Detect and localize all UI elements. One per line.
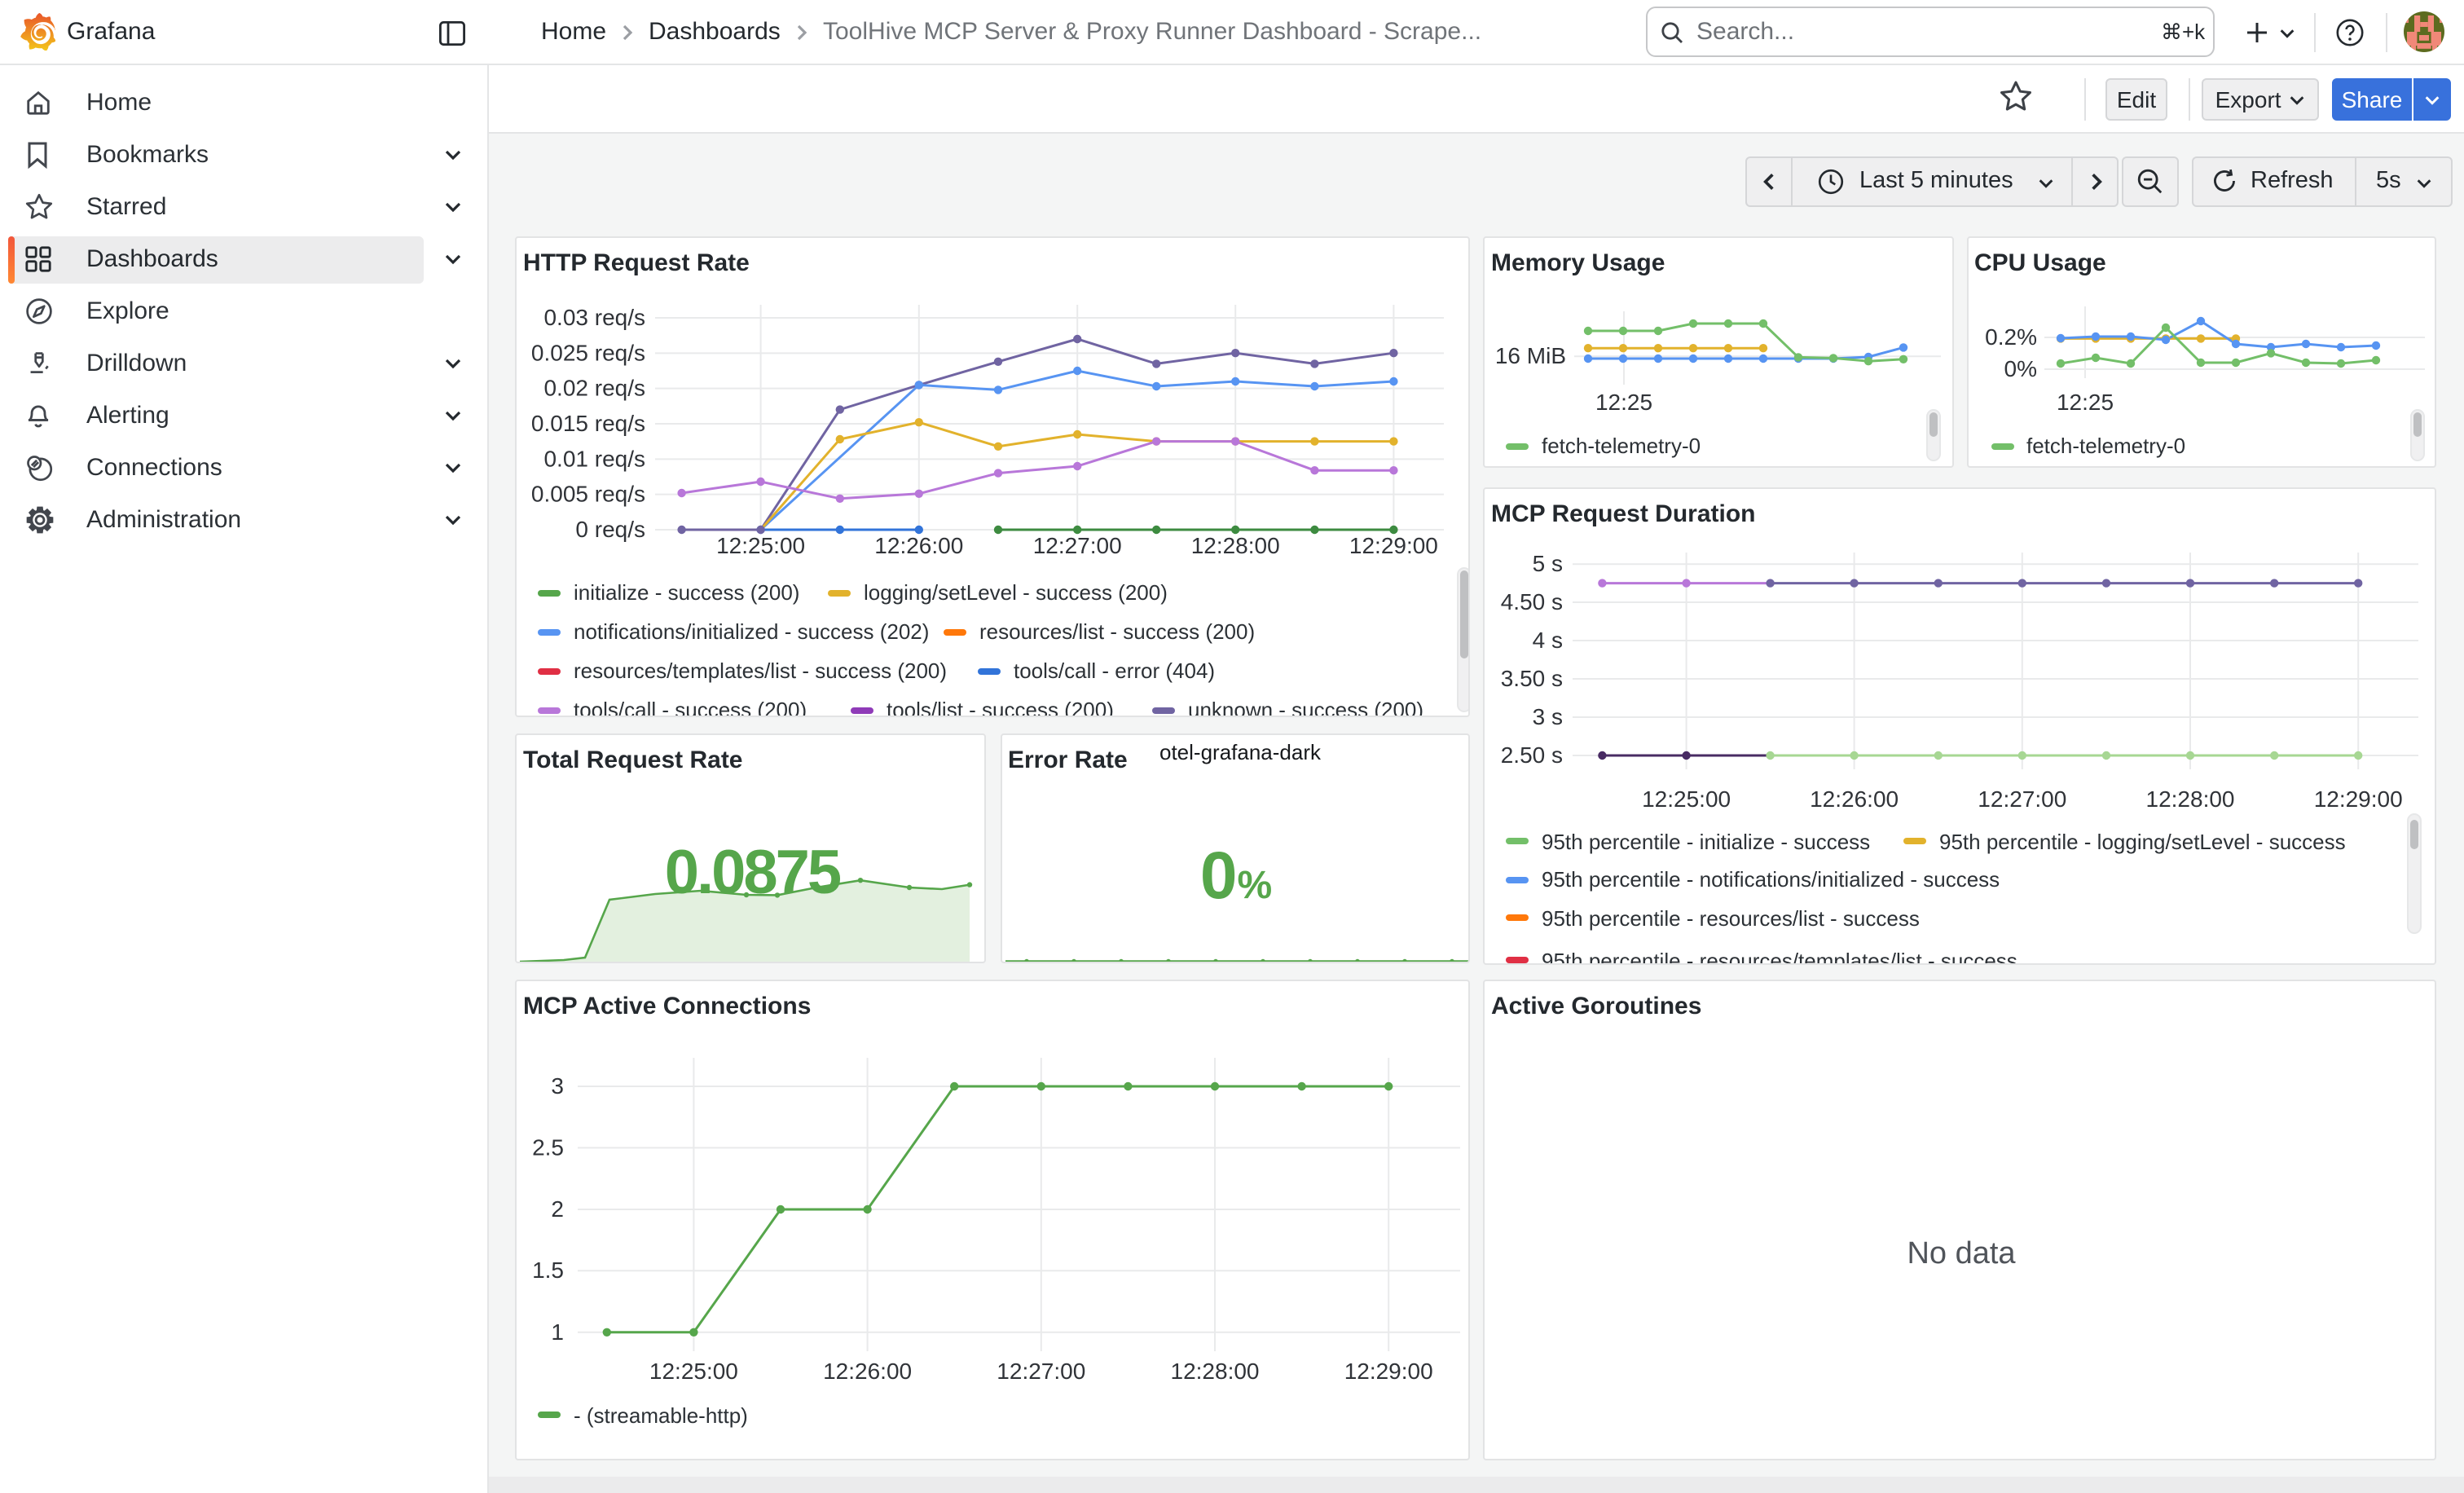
svg-text:12:28:00: 12:28:00 — [2146, 786, 2235, 811]
svg-text:0.025 req/s: 0.025 req/s — [531, 340, 645, 365]
svg-text:12:27:00: 12:27:00 — [1978, 786, 2066, 811]
svg-text:0.01 req/s: 0.01 req/s — [543, 446, 645, 471]
svg-text:12:28:00: 12:28:00 — [1171, 1358, 1260, 1383]
svg-text:12:29:00: 12:29:00 — [2314, 786, 2403, 811]
svg-text:12:29:00: 12:29:00 — [1349, 533, 1438, 558]
svg-text:5 s: 5 s — [1533, 550, 1563, 575]
svg-text:12:25: 12:25 — [1595, 390, 1652, 415]
svg-text:0.03 req/s: 0.03 req/s — [543, 305, 645, 330]
svg-text:2.5: 2.5 — [532, 1134, 564, 1159]
svg-text:3 s: 3 s — [1533, 703, 1563, 729]
svg-text:12:25:00: 12:25:00 — [1642, 786, 1731, 811]
svg-text:3.50 s: 3.50 s — [1501, 665, 1563, 690]
svg-text:0.005 req/s: 0.005 req/s — [531, 482, 645, 507]
svg-text:0 req/s: 0 req/s — [575, 517, 645, 542]
svg-text:2.50 s: 2.50 s — [1501, 742, 1563, 767]
svg-text:1.5: 1.5 — [532, 1257, 564, 1282]
svg-text:0.2%: 0.2% — [1984, 324, 2036, 350]
svg-text:12:29:00: 12:29:00 — [1344, 1358, 1433, 1383]
svg-text:0.02 req/s: 0.02 req/s — [543, 376, 645, 401]
svg-text:16 MiB: 16 MiB — [1495, 343, 1566, 368]
svg-text:12:25: 12:25 — [2056, 390, 2113, 415]
svg-text:0%: 0% — [2004, 356, 2036, 381]
svg-text:4 s: 4 s — [1533, 627, 1563, 652]
svg-text:12:26:00: 12:26:00 — [874, 533, 963, 558]
svg-text:0.015 req/s: 0.015 req/s — [531, 411, 645, 436]
svg-text:12:27:00: 12:27:00 — [1033, 533, 1122, 558]
svg-text:12:25:00: 12:25:00 — [716, 533, 805, 558]
svg-text:1: 1 — [551, 1319, 564, 1344]
svg-text:2: 2 — [551, 1196, 564, 1221]
svg-text:12:25:00: 12:25:00 — [649, 1358, 738, 1383]
svg-text:12:26:00: 12:26:00 — [1810, 786, 1899, 811]
svg-text:12:28:00: 12:28:00 — [1191, 533, 1280, 558]
svg-text:12:26:00: 12:26:00 — [823, 1358, 912, 1383]
svg-text:12:27:00: 12:27:00 — [997, 1358, 1085, 1383]
svg-text:3: 3 — [551, 1072, 564, 1098]
svg-text:4.50 s: 4.50 s — [1501, 588, 1563, 614]
